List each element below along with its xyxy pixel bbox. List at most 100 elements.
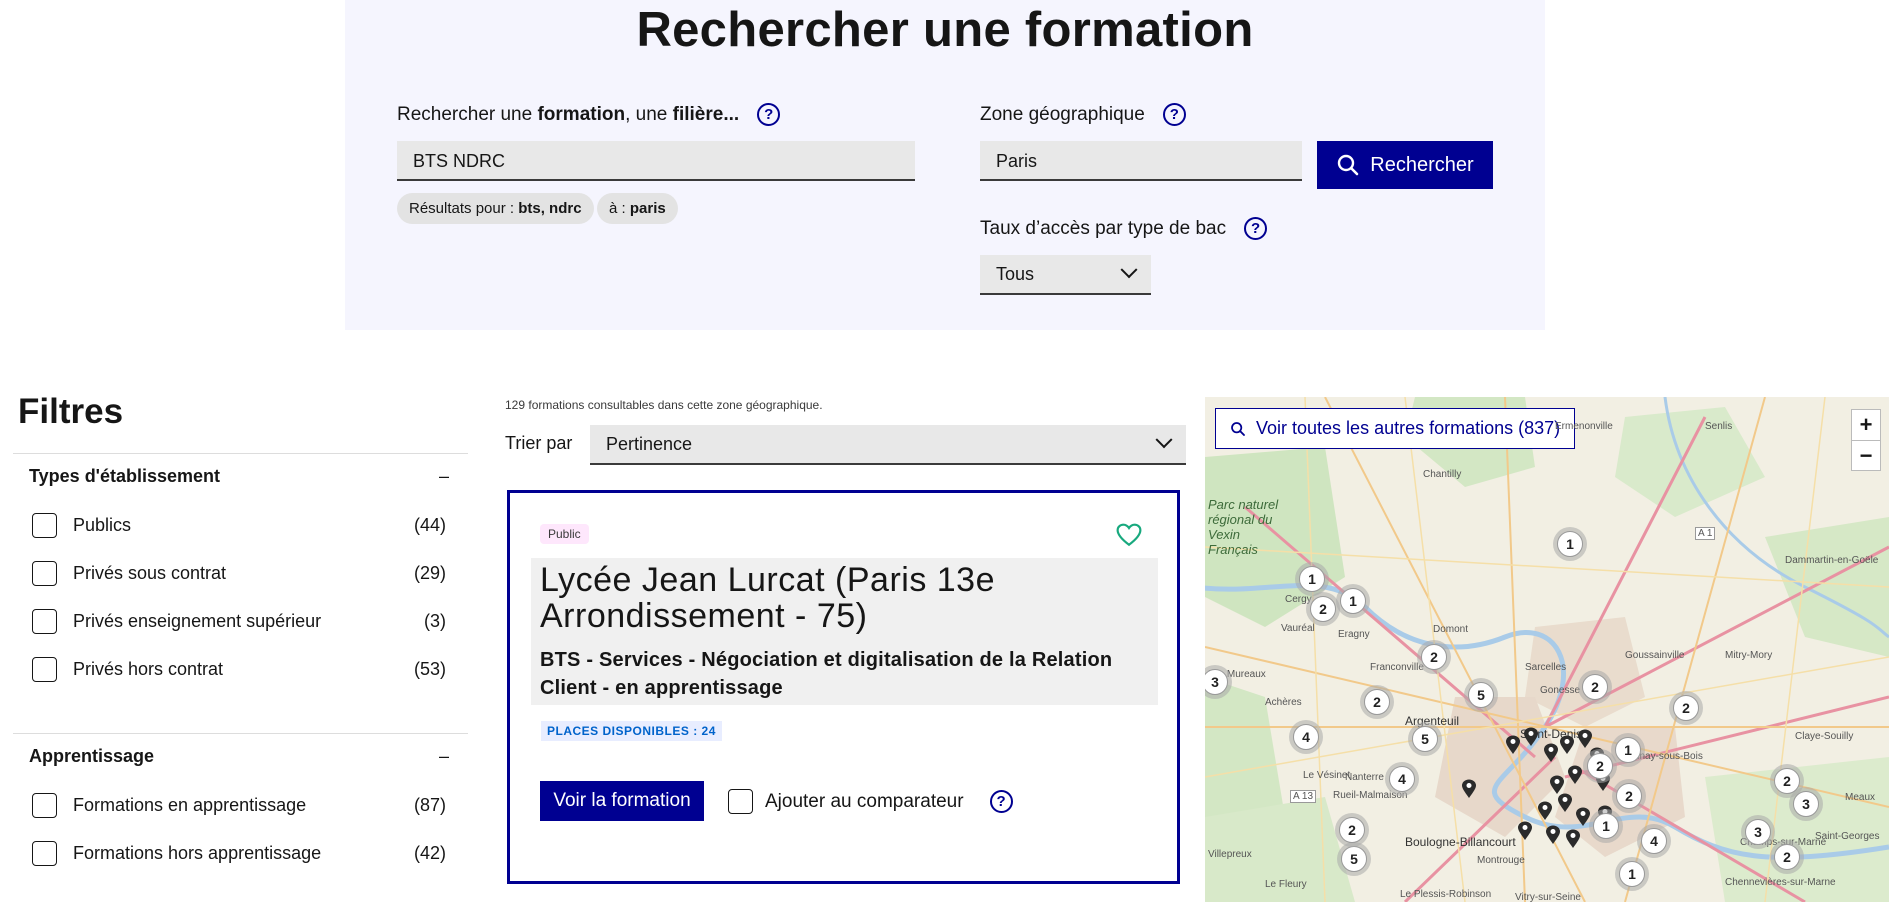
heart-icon[interactable] [1116,523,1142,547]
formation-search-input[interactable]: BTS NDRC [397,141,915,181]
taux-acces-label: Taux d’accès par type de bac ? [980,217,1268,240]
result-count: 129 formations consultables dans cette z… [505,398,823,412]
filter-prives-hors-contrat[interactable]: Privés hors contrat (53) [32,656,446,682]
map-pin-icon[interactable] [1557,793,1573,813]
map-place-label: Nanterre [1345,772,1384,783]
map-cluster[interactable]: 2 [1583,749,1617,783]
search-button[interactable]: Rechercher [1317,141,1493,189]
search-panel: Rechercher une formation Rechercher une … [345,0,1545,330]
checkbox[interactable] [32,656,57,682]
compare-checkbox[interactable]: Ajouter au comparateur ? [728,789,1013,814]
filter-group-header-apprentissage[interactable]: Apprentissage – [29,746,449,767]
card-subtitle: BTS - Services - Négociation et digitali… [540,649,1113,699]
filter-prives-enseignement-superieur[interactable]: Privés enseignement supérieur (3) [32,608,446,634]
map-cluster[interactable]: 2 [1335,813,1369,847]
checkbox[interactable] [32,608,57,634]
map-cluster[interactable]: 4 [1289,720,1323,754]
map-cluster[interactable]: 2 [1669,691,1703,725]
map-place-label: Eragny [1338,629,1370,640]
places-badge: PLACES DISPONIBLES : 24 [541,721,722,741]
map-cluster[interactable]: 2 [1578,670,1612,704]
map-cluster[interactable]: 1 [1295,562,1329,596]
map-pin-icon[interactable] [1523,727,1539,747]
map-cluster[interactable]: 5 [1337,842,1371,876]
map-place-label: Achères [1265,697,1302,708]
formation-card[interactable]: Public Lycée Jean Lurcat (Paris 13e Arro… [507,490,1180,884]
checkbox[interactable] [32,560,57,586]
map-cluster[interactable]: 5 [1464,678,1498,712]
formation-search-label: Rechercher une formation , une filière..… [397,103,781,126]
map-place-label: Montrouge [1477,855,1525,866]
search-icon [1338,154,1359,176]
map-cluster[interactable]: 2 [1612,779,1646,813]
map-pin-icon[interactable] [1545,825,1561,845]
map-cluster[interactable]: 2 [1417,640,1451,674]
divider [13,733,468,734]
divider [13,453,468,454]
filter-formations-hors-apprentissage[interactable]: Formations hors apprentissage (42) [32,840,446,866]
map-place-label: Vitry-sur-Seine [1515,892,1581,902]
map-place-label: Ermenonville [1555,421,1613,432]
map-pin-icon[interactable] [1461,779,1477,799]
help-icon[interactable]: ? [757,103,781,126]
zone-input[interactable]: Paris [980,141,1302,181]
map-cluster[interactable]: 2 [1770,764,1804,798]
map-place-label: Goussainville [1625,650,1685,661]
map-cluster[interactable]: 2 [1770,840,1804,874]
help-icon[interactable]: ? [1244,217,1268,240]
map-place-label: Saint-Georges [1815,831,1880,842]
map-pin-icon[interactable] [1549,775,1565,795]
checkbox[interactable] [32,840,57,866]
status-badge: Public [540,524,589,544]
map-place-label: Le Fleury [1265,879,1307,890]
map-place-label: Domont [1433,624,1469,635]
map-pin-icon[interactable] [1505,735,1521,755]
help-icon[interactable]: ? [1162,103,1186,126]
zoom-out-button[interactable]: − [1852,440,1880,470]
map-pin-icon[interactable] [1567,765,1583,785]
map-cluster[interactable]: 5 [1408,722,1442,756]
checkbox[interactable] [32,792,57,818]
help-icon[interactable]: ? [989,790,1013,813]
filter-formations-en-apprentissage[interactable]: Formations en apprentissage (87) [32,792,446,818]
map-pin-icon[interactable] [1559,735,1575,755]
road-label: A 1 [1695,527,1716,540]
filter-publics[interactable]: Publics (44) [32,512,446,538]
map-pin-icon[interactable] [1543,743,1559,763]
map[interactable]: Voir toutes les autres formations (837) … [1205,397,1889,902]
filter-group-header-types[interactable]: Types d'établissement – [29,466,449,487]
map-cluster[interactable]: 2 [1360,685,1394,719]
card-title: Lycée Jean Lurcat (Paris 13e Arrondissem… [540,561,995,635]
zoom-in-button[interactable]: + [1852,410,1880,440]
collapse-icon: – [438,746,449,766]
map-pin-icon[interactable] [1517,821,1533,841]
map-place-label: Gonesse [1540,685,1581,696]
zoom-search-icon [1231,421,1245,436]
map-cluster[interactable]: 1 [1553,527,1587,561]
map-place-label: Le Vésinet [1303,770,1351,781]
checkbox[interactable] [32,512,57,538]
map-cluster[interactable]: 1 [1589,809,1623,843]
location-tag: à : paris [597,193,678,224]
map-place-label: Senlis [1705,421,1733,432]
voir-formation-button[interactable]: Voir la formation [540,781,704,821]
taux-acces-select[interactable]: Tous [980,255,1151,295]
filter-prives-sous-contrat[interactable]: Privés sous contrat (29) [32,560,446,586]
page-title: Rechercher une formation [636,3,1254,57]
map-place-label: Le Plessis-Robinson [1400,889,1492,900]
map-cluster[interactable]: 1 [1336,584,1370,618]
checkbox[interactable] [728,789,753,814]
map-pin-icon[interactable] [1565,829,1581,849]
map-cluster[interactable]: 1 [1615,857,1649,891]
map-place-label: Vauréal [1281,623,1315,634]
map-cluster[interactable]: 4 [1637,824,1671,858]
map-cluster[interactable]: 3 [1741,815,1775,849]
map-pin-icon[interactable] [1537,801,1553,821]
voir-toutes-formations-button[interactable]: Voir toutes les autres formations (837) [1215,408,1576,449]
map-place-label: Franconville [1370,662,1424,673]
sort-select[interactable]: Pertinence [590,425,1186,465]
map-cluster[interactable]: 2 [1306,592,1340,626]
map-pin-icon[interactable] [1577,729,1593,749]
map-place-label: Mitry-Mory [1725,650,1773,661]
map-cluster[interactable]: 4 [1385,762,1419,796]
